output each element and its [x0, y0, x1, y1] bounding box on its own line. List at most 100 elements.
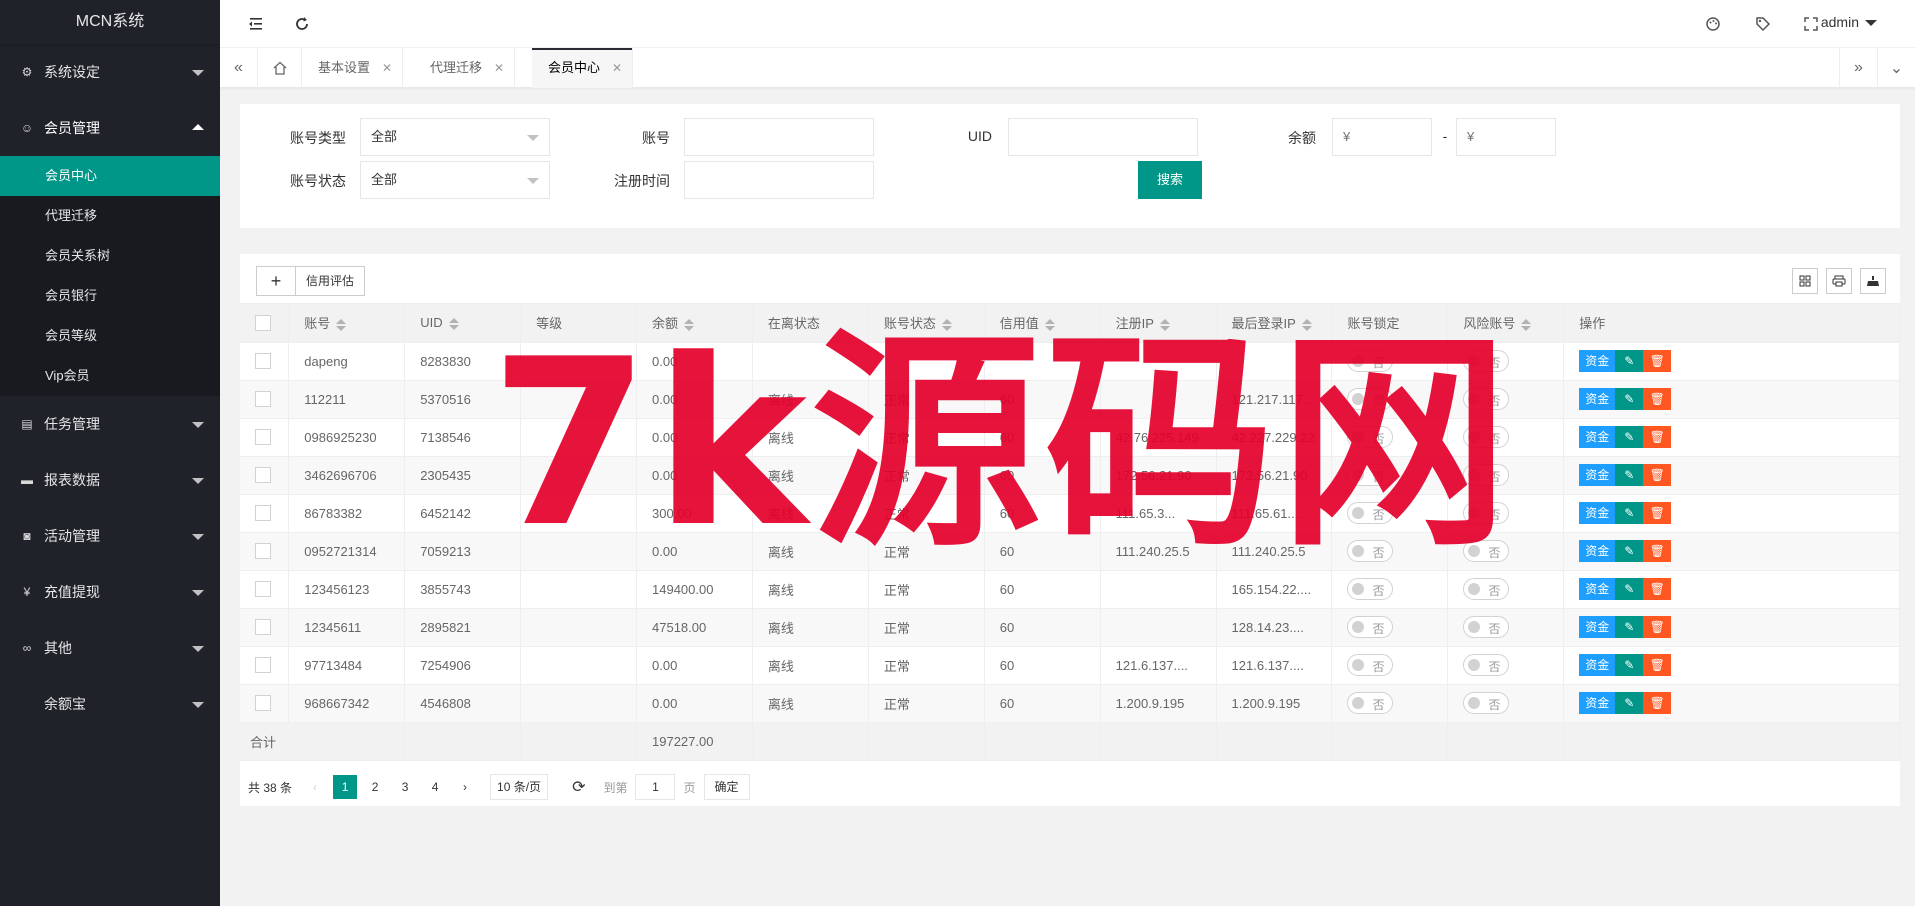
- theme-icon[interactable]: [1701, 12, 1725, 36]
- home-icon[interactable]: [258, 48, 302, 88]
- edit-icon[interactable]: ✎: [1615, 654, 1644, 676]
- col-credit[interactable]: 信用值: [984, 304, 1101, 343]
- delete-icon[interactable]: 🗑: [1643, 654, 1672, 676]
- row-checkbox[interactable]: [255, 695, 271, 712]
- page-size-select[interactable]: 10 条/页: [490, 774, 549, 800]
- account-input[interactable]: [684, 118, 874, 156]
- sort-icon[interactable]: [1521, 318, 1532, 331]
- fund-button[interactable]: 资金: [1579, 616, 1616, 638]
- edit-icon[interactable]: ✎: [1615, 692, 1644, 714]
- col-account[interactable]: 账号: [288, 304, 406, 343]
- delete-icon[interactable]: 🗑: [1643, 350, 1672, 372]
- edit-icon[interactable]: ✎: [1615, 350, 1644, 372]
- risk-toggle[interactable]: 否: [1463, 616, 1510, 638]
- edit-icon[interactable]: ✎: [1615, 388, 1644, 410]
- fund-button[interactable]: 资金: [1579, 654, 1616, 676]
- risk-toggle[interactable]: 否: [1463, 692, 1510, 714]
- edit-icon[interactable]: ✎: [1615, 464, 1644, 486]
- balance-max-input[interactable]: ¥: [1456, 118, 1556, 156]
- page-4[interactable]: 4: [423, 775, 447, 799]
- sidebar-group-6[interactable]: ∞ 其他: [0, 620, 220, 676]
- refresh-page-icon[interactable]: ⟳: [572, 777, 585, 797]
- sidebar-group-0[interactable]: ⚙ 系统设定: [0, 44, 220, 100]
- fund-button[interactable]: 资金: [1579, 426, 1616, 448]
- fullscreen-icon[interactable]: [1799, 12, 1823, 36]
- close-icon[interactable]: ✕: [612, 48, 622, 88]
- risk-toggle[interactable]: 否: [1463, 426, 1510, 448]
- account-status-select[interactable]: 全部: [360, 161, 550, 199]
- goto-confirm-button[interactable]: 确定: [703, 774, 750, 800]
- next-page-icon[interactable]: ›: [453, 775, 477, 799]
- edit-icon[interactable]: ✎: [1615, 426, 1644, 448]
- sort-icon[interactable]: [336, 318, 347, 331]
- uid-input[interactable]: [1008, 118, 1198, 156]
- page-3[interactable]: 3: [393, 775, 417, 799]
- row-checkbox[interactable]: [255, 657, 271, 674]
- delete-icon[interactable]: 🗑: [1643, 540, 1672, 562]
- risk-toggle[interactable]: 否: [1463, 502, 1510, 524]
- risk-toggle[interactable]: 否: [1463, 654, 1510, 676]
- delete-icon[interactable]: 🗑: [1643, 692, 1672, 714]
- lock-toggle[interactable]: 否: [1347, 692, 1394, 714]
- row-checkbox[interactable]: [255, 543, 271, 560]
- export-icon[interactable]: [1860, 268, 1886, 294]
- risk-toggle[interactable]: 否: [1463, 540, 1510, 562]
- tag-icon[interactable]: [1751, 12, 1775, 36]
- credit-eval-button[interactable]: 信用评估: [296, 266, 366, 296]
- sidebar-group-1[interactable]: ☺ 会员管理: [0, 100, 220, 156]
- tabs-dropdown-icon[interactable]: ⌄: [1877, 48, 1915, 88]
- lock-toggle[interactable]: 否: [1347, 350, 1394, 372]
- close-icon[interactable]: ✕: [382, 48, 392, 88]
- page-2[interactable]: 2: [363, 775, 387, 799]
- sort-icon[interactable]: [1044, 318, 1055, 331]
- collapse-menu-icon[interactable]: [244, 12, 268, 36]
- columns-filter-icon[interactable]: [1792, 268, 1818, 294]
- col-balance[interactable]: 余额: [636, 304, 753, 343]
- lock-toggle[interactable]: 否: [1347, 464, 1394, 486]
- fund-button[interactable]: 资金: [1579, 692, 1616, 714]
- prev-page-icon[interactable]: ‹: [303, 775, 327, 799]
- risk-toggle[interactable]: 否: [1463, 578, 1510, 600]
- delete-icon[interactable]: 🗑: [1643, 464, 1672, 486]
- sidebar-group-4[interactable]: ◙ 活动管理: [0, 508, 220, 564]
- lock-toggle[interactable]: 否: [1347, 540, 1394, 562]
- risk-toggle[interactable]: 否: [1463, 464, 1510, 486]
- lock-toggle[interactable]: 否: [1347, 654, 1394, 676]
- sidebar-group-3[interactable]: ▬ 报表数据: [0, 452, 220, 508]
- delete-icon[interactable]: 🗑: [1643, 388, 1672, 410]
- sidebar-item-2[interactable]: 会员关系树: [0, 236, 220, 276]
- add-button[interactable]: +: [256, 266, 296, 296]
- lock-toggle[interactable]: 否: [1347, 616, 1394, 638]
- fund-button[interactable]: 资金: [1579, 502, 1616, 524]
- lock-toggle[interactable]: 否: [1347, 502, 1394, 524]
- print-icon[interactable]: [1826, 268, 1852, 294]
- sort-icon[interactable]: [448, 317, 459, 330]
- col-status[interactable]: 账号状态: [868, 304, 985, 343]
- user-menu[interactable]: admin: [1821, 14, 1877, 30]
- sidebar-item-1[interactable]: 代理迁移: [0, 196, 220, 236]
- sort-icon[interactable]: [941, 318, 952, 331]
- sidebar-group-5[interactable]: ¥ 充值提现: [0, 564, 220, 620]
- refresh-icon[interactable]: [290, 12, 314, 36]
- edit-icon[interactable]: ✎: [1615, 540, 1644, 562]
- select-all-checkbox[interactable]: [255, 315, 271, 332]
- col-last-ip[interactable]: 最后登录IP: [1216, 304, 1333, 343]
- close-icon[interactable]: ✕: [494, 48, 504, 88]
- page-1[interactable]: 1: [333, 775, 358, 799]
- delete-icon[interactable]: 🗑: [1643, 502, 1672, 524]
- lock-toggle[interactable]: 否: [1347, 426, 1394, 448]
- edit-icon[interactable]: ✎: [1615, 502, 1644, 524]
- delete-icon[interactable]: 🗑: [1643, 616, 1672, 638]
- sort-icon[interactable]: [1301, 318, 1312, 331]
- sidebar-item-5[interactable]: Vip会员: [0, 356, 220, 396]
- edit-icon[interactable]: ✎: [1615, 616, 1644, 638]
- search-button[interactable]: 搜索: [1138, 161, 1202, 199]
- fund-button[interactable]: 资金: [1579, 464, 1616, 486]
- tab-agent-migration[interactable]: 代理迁移 ✕: [414, 48, 516, 88]
- reg-time-input[interactable]: [684, 161, 874, 199]
- tab-member-center[interactable]: 会员中心 ✕: [532, 48, 634, 88]
- row-checkbox[interactable]: [255, 505, 271, 522]
- lock-toggle[interactable]: 否: [1347, 578, 1394, 600]
- row-checkbox[interactable]: [255, 467, 271, 484]
- row-checkbox[interactable]: [255, 581, 271, 598]
